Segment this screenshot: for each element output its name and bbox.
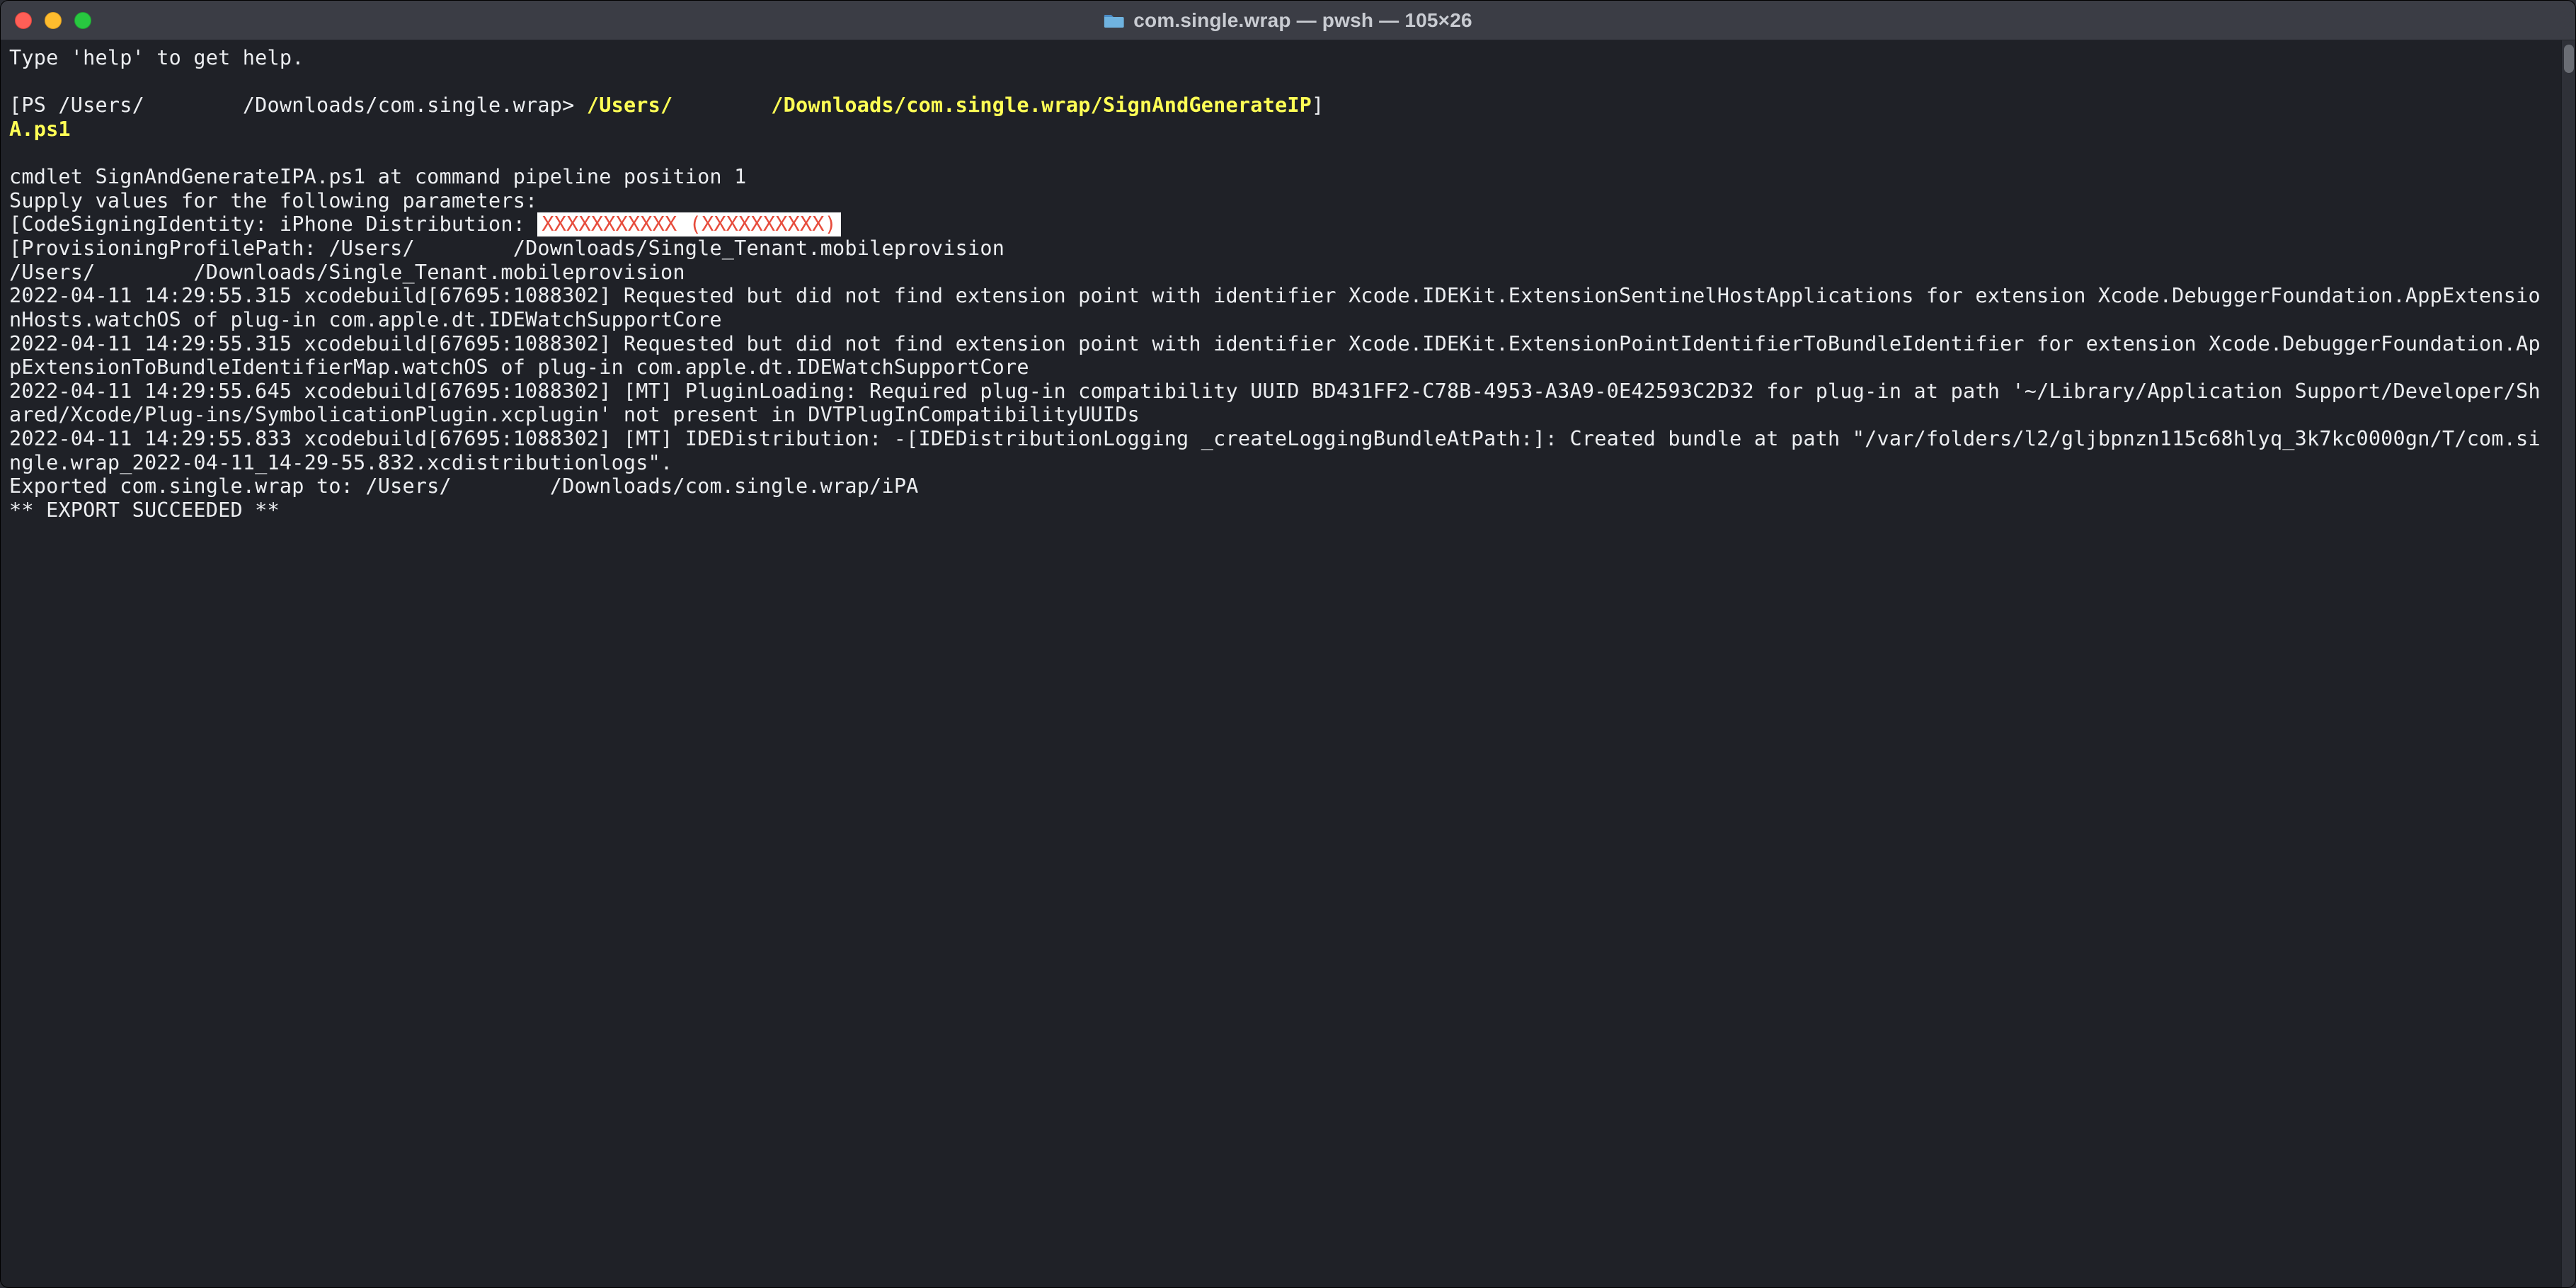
log-line-2: 2022-04-11 14:29:55.315 xcodebuild[67695… xyxy=(9,332,2541,380)
success-line: ** EXPORT SUCCEEDED ** xyxy=(9,498,280,522)
echo-suffix: /Downloads/Single_Tenant.mobileprovision xyxy=(193,261,685,284)
codesign-redacted: XXXXXXXXXXX (XXXXXXXXXX) xyxy=(537,212,841,236)
exported-prefix: Exported com.single.wrap to: /Users/ xyxy=(9,474,452,498)
prompt-prefix: PS /Users/ xyxy=(21,93,144,117)
scrollbar[interactable] xyxy=(2561,40,2575,1287)
provprofile-label: ProvisioningProfilePath: /Users/ xyxy=(21,236,414,260)
zoom-icon[interactable] xyxy=(74,12,91,29)
prompt-path: /Downloads/com.single.wrap> xyxy=(243,93,575,117)
exported-suffix: /Downloads/com.single.wrap/iPA xyxy=(550,474,919,498)
window-controls xyxy=(15,12,91,29)
minimize-icon[interactable] xyxy=(45,12,62,29)
terminal-body: Type 'help' to get help. [PS /Users/ /Do… xyxy=(1,40,2575,1287)
log-line-4: 2022-04-11 14:29:55.833 xcodebuild[67695… xyxy=(9,427,2541,474)
supply-line: Supply values for the following paramete… xyxy=(9,189,537,212)
provprofile-suffix: /Downloads/Single_Tenant.mobileprovision xyxy=(513,236,1004,260)
command-wrap: A.ps1 xyxy=(9,118,71,141)
bracket-open-3: [ xyxy=(9,236,21,260)
folder-icon xyxy=(1104,12,1123,29)
command-user-redacted xyxy=(672,93,771,117)
bracket-open-2: [ xyxy=(9,212,21,236)
scrollbar-thumb[interactable] xyxy=(2564,45,2574,73)
prompt-user-redacted xyxy=(144,93,243,117)
echo-prefix: /Users/ xyxy=(9,261,96,284)
exported-user-redacted xyxy=(452,474,550,498)
close-icon[interactable] xyxy=(15,12,32,29)
command-prefix: /Users/ xyxy=(587,93,673,117)
log-line-1: 2022-04-11 14:29:55.315 xcodebuild[67695… xyxy=(9,284,2541,331)
cmdlet-line: cmdlet SignAndGenerateIPA.ps1 at command… xyxy=(9,165,747,188)
bracket-close: ] xyxy=(1312,93,1324,117)
command-path: /Downloads/com.single.wrap/SignAndGenera… xyxy=(771,93,1312,117)
provprofile-user-redacted xyxy=(415,236,513,260)
titlebar: com.single.wrap — pwsh — 105×26 xyxy=(1,1,2575,40)
bracket-open: [ xyxy=(9,93,21,117)
terminal-window: com.single.wrap — pwsh — 105×26 Type 'he… xyxy=(0,0,2576,1288)
echo-user-redacted xyxy=(96,261,194,284)
help-line: Type 'help' to get help. xyxy=(9,46,304,69)
window-title-text: com.single.wrap — pwsh — 105×26 xyxy=(1133,9,1472,32)
log-line-3: 2022-04-11 14:29:55.645 xcodebuild[67695… xyxy=(9,380,2541,427)
terminal-output[interactable]: Type 'help' to get help. [PS /Users/ /Do… xyxy=(1,40,2561,1287)
window-title: com.single.wrap — pwsh — 105×26 xyxy=(1104,9,1472,32)
codesign-label: CodeSigningIdentity: iPhone Distribution… xyxy=(21,212,537,236)
